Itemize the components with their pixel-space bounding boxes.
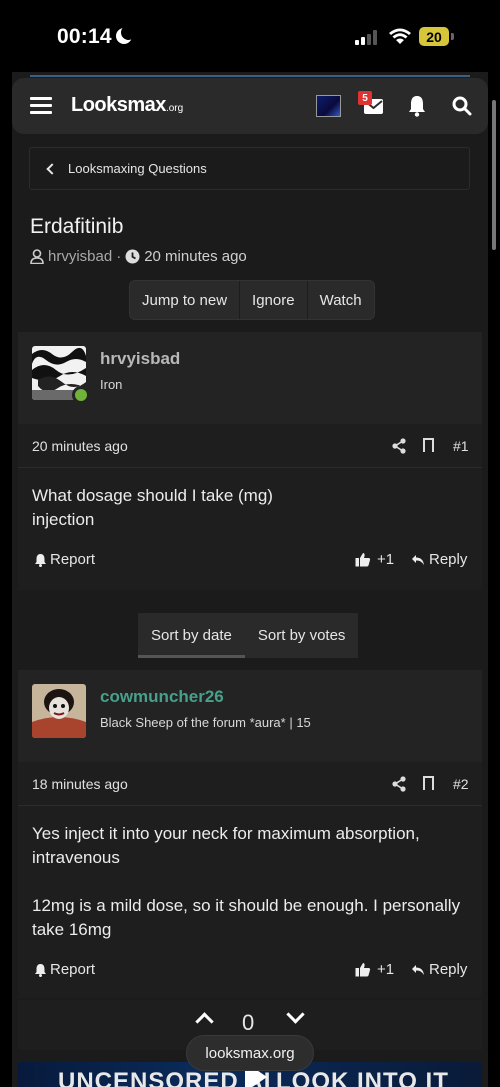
post-actions: Report +1 Reply [18, 546, 482, 576]
bell-icon [35, 553, 46, 567]
moon-icon [116, 25, 136, 44]
post-number[interactable]: #1 [453, 438, 469, 454]
like-button[interactable]: +1 [355, 551, 394, 568]
post: hrvyisbad Iron 20 minutes ago #1 What do… [18, 332, 482, 590]
post-text-line: What dosage should I take (mg) [32, 486, 273, 505]
post-user-title: Iron [100, 377, 123, 392]
bookmark-icon[interactable] [423, 776, 434, 790]
post-time[interactable]: 18 minutes ago [32, 776, 128, 792]
battery-level: 20 [426, 28, 442, 45]
report-button[interactable]: Report [34, 551, 95, 568]
logo-suffix: .org [165, 103, 184, 114]
avatar[interactable] [32, 684, 86, 738]
vote-count: 0 [242, 1010, 255, 1035]
post-actions: Report +1 Reply [18, 956, 482, 986]
page: Looksmax.org 5 Looksmaxing Questions Erd… [12, 72, 488, 1087]
post-header: cowmuncher26 Black Sheep of the forum *a… [18, 670, 482, 762]
clock-icon [125, 249, 140, 264]
post-username[interactable]: hrvyisbad [100, 349, 180, 369]
chevron-left-icon [46, 162, 58, 175]
search-icon[interactable] [452, 96, 472, 116]
thread-actions: Jump to new Ignore Watch [129, 280, 375, 320]
like-button[interactable]: +1 [355, 961, 394, 978]
post-body: Yes inject it into your neck for maximum… [32, 822, 472, 942]
status-time: 00:14 [57, 25, 112, 48]
accent-line [30, 75, 470, 77]
post-paragraph: Yes inject it into your neck for maximum… [32, 824, 420, 867]
report-label: Report [50, 961, 96, 978]
post-meta-bar: 18 minutes ago #2 [18, 762, 482, 806]
post-header: hrvyisbad Iron [18, 332, 482, 424]
report-button[interactable]: Report [34, 961, 95, 978]
post: cowmuncher26 Black Sheep of the forum *a… [18, 670, 482, 998]
site-logo[interactable]: Looksmax.org [71, 94, 183, 117]
reply-button[interactable]: Reply [411, 961, 467, 978]
sort-tabs: Sort by date Sort by votes [138, 613, 359, 658]
upvote-icon[interactable] [195, 1012, 214, 1031]
tab-sort-by-votes[interactable]: Sort by votes [245, 613, 359, 658]
post-user-title: Black Sheep of the forum *aura* | 15 [100, 715, 311, 730]
reply-icon [412, 964, 424, 975]
user-avatar-icon[interactable] [316, 95, 341, 117]
report-label: Report [50, 551, 96, 568]
thread-author[interactable]: hrvyisbad [48, 248, 112, 265]
share-icon[interactable] [392, 776, 406, 792]
thumbs-up-icon [355, 553, 371, 567]
mail-badge: 5 [358, 91, 372, 105]
ignore-button[interactable]: Ignore [240, 281, 308, 319]
user-icon [30, 249, 44, 264]
banner-text-right: LOOK INTO IT [276, 1068, 449, 1087]
jump-to-new-button[interactable]: Jump to new [130, 281, 241, 319]
reply-label: Reply [429, 961, 468, 978]
thread-title: Erdafitinib [30, 215, 124, 238]
downvote-icon[interactable] [286, 1005, 305, 1024]
watch-button[interactable]: Watch [308, 281, 374, 319]
post-text-line: injection [32, 510, 95, 529]
scrollbar[interactable] [492, 100, 496, 250]
menu-icon[interactable] [30, 97, 52, 115]
meta-separator: · [116, 248, 122, 265]
url-bar[interactable]: looksmax.org [186, 1035, 314, 1071]
breadcrumb-label: Looksmaxing Questions [68, 161, 207, 176]
bell-icon[interactable] [408, 95, 426, 117]
bookmark-icon[interactable] [423, 438, 434, 452]
logo-text: Looksmax [71, 94, 166, 116]
like-count: +1 [377, 961, 395, 978]
status-bar: 00:14 20 [0, 0, 500, 72]
post-username[interactable]: cowmuncher26 [100, 687, 224, 707]
post-number[interactable]: #2 [453, 776, 469, 792]
reply-icon [412, 554, 424, 565]
thread-time: 20 minutes ago [144, 248, 247, 265]
breadcrumb[interactable]: Looksmaxing Questions [29, 147, 470, 190]
bell-icon [35, 963, 46, 977]
signal-icon [355, 29, 379, 45]
reply-label: Reply [429, 551, 468, 568]
share-icon[interactable] [392, 438, 406, 454]
like-count: +1 [377, 551, 395, 568]
post-body: What dosage should I take (mg) injection [32, 484, 472, 532]
post-paragraph: 12mg is a mild dose, so it should be eno… [32, 896, 461, 939]
thumbs-up-icon [355, 963, 371, 977]
thread-meta: hrvyisbad · 20 minutes ago [30, 248, 247, 265]
wifi-icon [389, 28, 411, 44]
reply-button[interactable]: Reply [411, 551, 467, 568]
online-indicator [72, 386, 90, 404]
navbar: Looksmax.org 5 [12, 78, 488, 134]
post-meta-bar: 20 minutes ago #1 [18, 424, 482, 468]
post-time[interactable]: 20 minutes ago [32, 438, 128, 454]
tab-sort-by-date[interactable]: Sort by date [138, 613, 245, 658]
battery-indicator: 20 [419, 27, 454, 46]
